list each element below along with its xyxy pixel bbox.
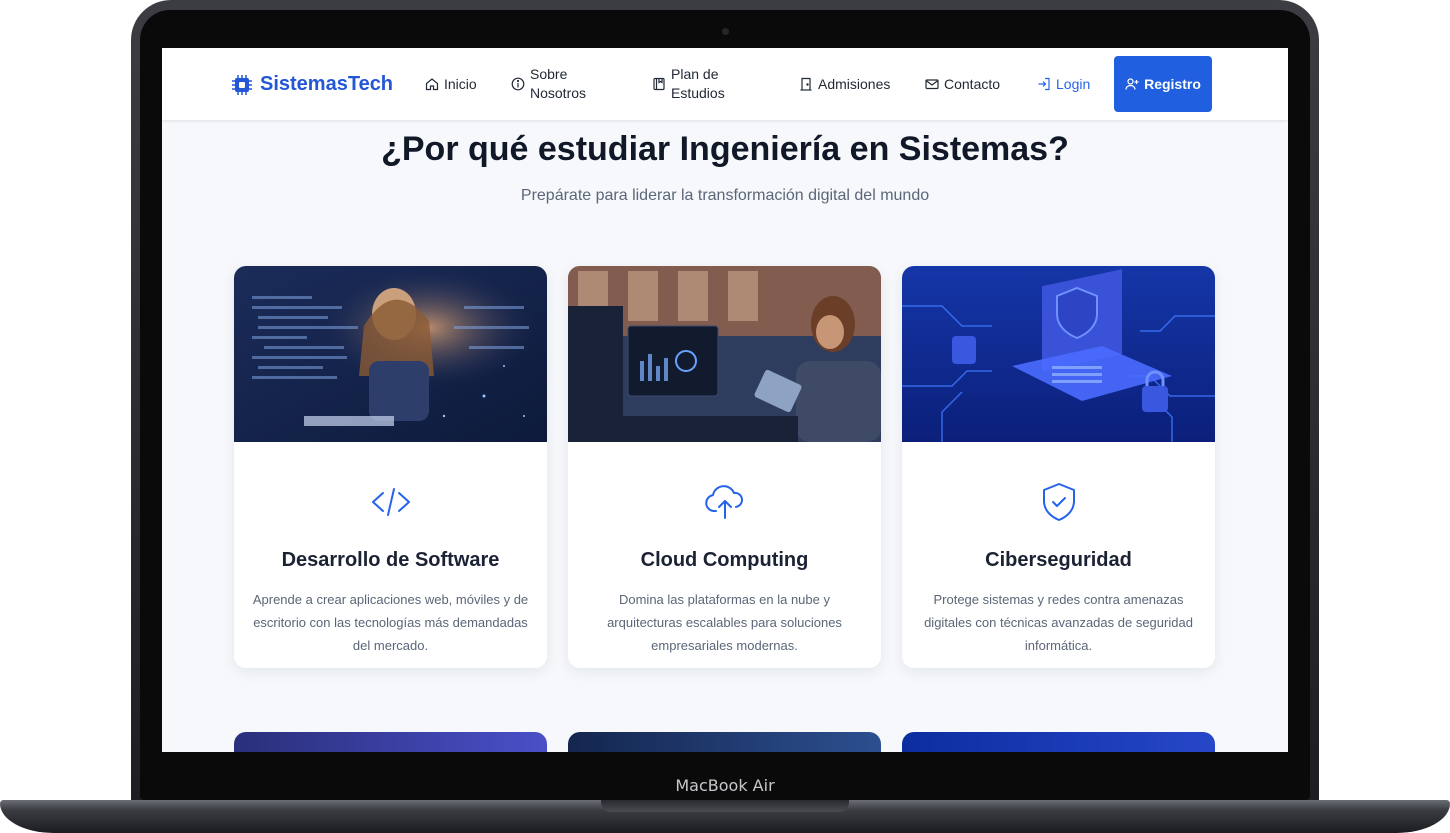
camera-icon [722, 28, 729, 35]
card-title: Cloud Computing [640, 549, 809, 571]
nav-label: Admisiones [818, 76, 891, 92]
nav-item-admisiones[interactable]: Admisiones [799, 76, 890, 92]
registro-label: Registro [1144, 76, 1201, 92]
section-title: ¿Por qué estudiar Ingeniería en Sistemas… [381, 130, 1069, 168]
card-ciberseguridad[interactable]: Ciberseguridad Protege sistemas y redes … [902, 266, 1215, 668]
nav-item-contacto[interactable]: Contacto [925, 76, 1000, 92]
card-image-developer [234, 266, 547, 442]
card-title: Desarrollo de Software [281, 549, 500, 571]
card-cloud-computing[interactable]: Cloud Computing Domina las plataformas e… [568, 266, 881, 668]
nav-label: Contacto [944, 76, 1001, 92]
envelope-icon [925, 79, 939, 90]
book-icon [653, 77, 665, 91]
nav-label: Plan de Estudios [671, 66, 725, 101]
nav-item-inicio[interactable]: Inicio [425, 76, 477, 92]
card-desarrollo-software[interactable]: Desarrollo de Software Aprende a crear a… [234, 266, 547, 668]
nav-item-login[interactable]: Login [1037, 76, 1090, 92]
nav-label: Login [1056, 76, 1091, 92]
brand-logo[interactable]: SistemasTech [232, 73, 393, 96]
brand-name: SistemasTech [260, 73, 394, 95]
nav-label: Inicio [444, 76, 477, 92]
card-image-security [902, 266, 1215, 442]
navbar: SistemasTech Inicio Sobre Nosotros Plan … [162, 48, 1288, 120]
card-next-row-1[interactable] [234, 732, 547, 752]
card-description: Protege sistemas y redes contra amenazas… [924, 592, 1193, 653]
login-icon [1038, 77, 1050, 91]
browser-viewport: SistemasTech Inicio Sobre Nosotros Plan … [162, 48, 1288, 752]
cloud-upload-icon [705, 485, 743, 519]
nav-item-plan-de-estudios[interactable]: Plan de Estudios [652, 65, 741, 103]
card-next-row-2[interactable] [568, 732, 881, 752]
home-icon [425, 78, 439, 91]
user-plus-icon [1125, 78, 1139, 90]
nav-item-sobre-nosotros[interactable]: Sobre Nosotros [511, 65, 600, 103]
section-subtitle: Prepárate para liderar la transformación… [520, 187, 930, 204]
chip-icon [232, 74, 252, 95]
device-label: MacBook Air [675, 776, 775, 795]
card-description: Domina las plataformas en la nube y arqu… [607, 592, 842, 653]
nav-label: Sobre Nosotros [530, 66, 587, 101]
card-title: Ciberseguridad [985, 549, 1132, 571]
card-description: Aprende a crear aplicaciones web, móvile… [252, 592, 529, 653]
card-next-row-3[interactable] [902, 732, 1215, 752]
code-icon [372, 488, 410, 516]
laptop-notch [601, 800, 849, 812]
card-image-cloud [568, 266, 881, 442]
door-icon [800, 77, 812, 91]
registro-button[interactable]: Registro [1114, 56, 1212, 112]
info-icon [511, 77, 525, 91]
shield-check-icon [1043, 483, 1075, 521]
